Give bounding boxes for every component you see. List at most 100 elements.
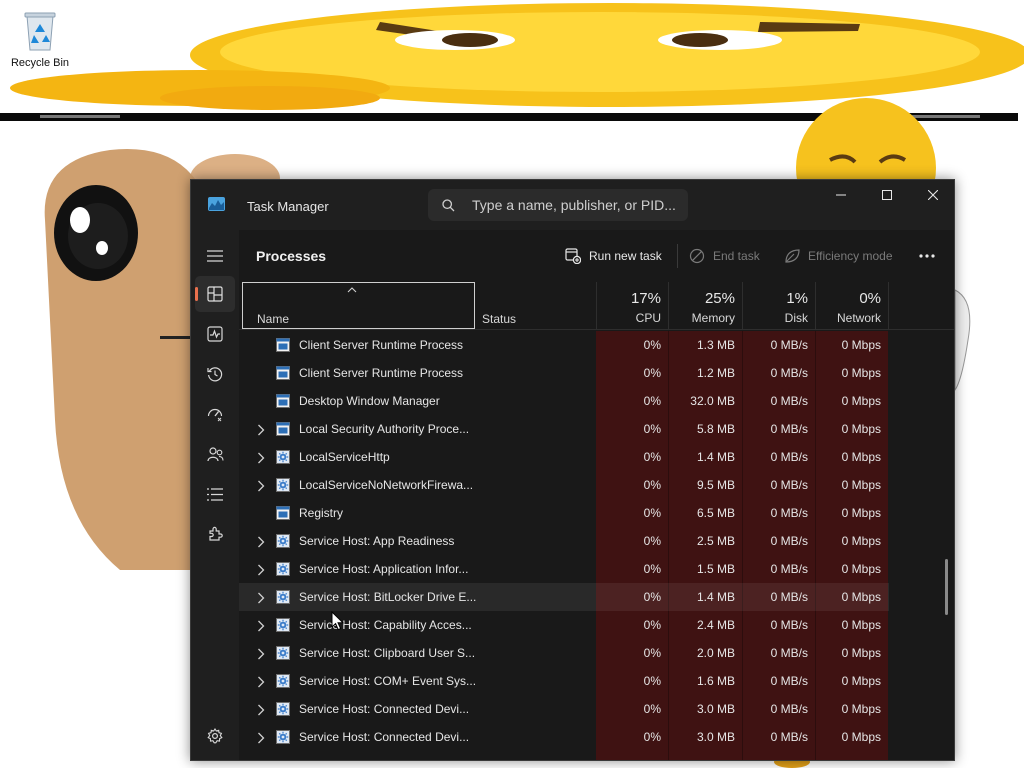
nav-item-users[interactable] [195, 436, 235, 472]
run-new-task-label: Run new task [589, 249, 662, 263]
process-network: 0 Mbps [841, 618, 881, 632]
process-row[interactable]: Service Host: BitLocker Drive E... 0% 1.4 … [239, 583, 889, 611]
end-task-icon [689, 248, 705, 264]
process-network: 0 Mbps [841, 674, 881, 688]
process-row[interactable]: Service Host: Application Infor... 0% 1.5 … [239, 555, 889, 583]
process-row[interactable]: Desktop Window Manager 0% 32.0 MB 0 MB/s 0 M… [239, 387, 889, 415]
process-disk: 0 MB/s [770, 618, 808, 632]
process-disk: 0 MB/s [770, 394, 808, 408]
nav-item-app-history[interactable] [195, 356, 235, 392]
process-network: 0 Mbps [841, 646, 881, 660]
nav-menu-button[interactable] [195, 238, 235, 274]
expand-chevron-icon[interactable] [257, 423, 265, 441]
process-disk: 0 MB/s [770, 674, 808, 688]
process-memory: 1.2 MB [696, 366, 735, 380]
process-disk: 0 MB/s [770, 590, 808, 604]
process-row[interactable]: Local Security Authority Proce... 0% 5.8 M… [239, 415, 889, 443]
process-network: 0 Mbps [841, 394, 881, 408]
process-row[interactable]: Service Host: COM+ Event Sys... 0% 1.6 MB 0… [239, 667, 889, 695]
process-name: Service Host: Connected Devi... [299, 730, 470, 744]
process-cpu: 0% [643, 506, 661, 520]
process-memory: 9.5 MB [696, 478, 735, 492]
close-button[interactable] [910, 180, 954, 210]
service-gear-icon [276, 646, 290, 665]
process-memory: 1.4 MB [696, 590, 735, 604]
nav-item-performance[interactable] [195, 316, 235, 352]
column-header-disk[interactable]: 1% Disk [742, 282, 815, 330]
run-new-task-button[interactable]: Run new task [565, 244, 662, 268]
process-row[interactable]: LocalServiceNoNetworkFirewa... 0% 9.5 MB 0 … [239, 471, 889, 499]
service-gear-icon [276, 534, 290, 553]
nav-item-startup-apps[interactable] [195, 396, 235, 432]
vertical-scrollbar[interactable] [945, 559, 948, 615]
command-bar: Processes Run new task End task Efficien… [239, 230, 954, 282]
expand-chevron-icon[interactable] [257, 647, 265, 665]
process-cpu: 0% [643, 534, 661, 548]
end-task-button[interactable]: End task [689, 244, 760, 268]
process-row[interactable]: Client Server Runtime Process 0% 1.2 MB 0 M… [239, 359, 889, 387]
expand-chevron-icon[interactable] [257, 479, 265, 497]
process-name: LocalServiceHttp [299, 450, 390, 464]
process-network: 0 Mbps [841, 702, 881, 716]
search-box[interactable] [428, 189, 688, 221]
process-cpu: 0% [643, 646, 661, 660]
search-input[interactable] [472, 189, 682, 221]
column-header-status[interactable]: Status [475, 282, 596, 330]
process-row[interactable]: Registry 0% 6.5 MB 0 MB/s 0 Mbps [239, 499, 889, 527]
expand-chevron-icon[interactable] [257, 591, 265, 609]
service-gear-icon [276, 674, 290, 693]
expand-chevron-icon[interactable] [257, 619, 265, 637]
more-options-button[interactable] [919, 244, 943, 268]
nav-item-services[interactable] [195, 516, 235, 552]
process-row[interactable]: LocalServiceHttp 0% 1.4 MB 0 MB/s 0 Mbps [239, 443, 889, 471]
column-label-disk: Disk [784, 311, 808, 325]
nav-item-settings[interactable] [195, 718, 235, 754]
expand-chevron-icon[interactable] [257, 451, 265, 469]
nav-item-processes[interactable] [195, 276, 235, 312]
users-icon [206, 447, 224, 462]
column-header-name[interactable]: Name [242, 282, 475, 329]
process-memory: 1.6 MB [696, 674, 735, 688]
table-header: Name Status 17% CPU 25% Memory 1% Disk 0… [239, 282, 954, 330]
process-cpu: 0% [643, 590, 661, 604]
expand-chevron-icon[interactable] [257, 675, 265, 693]
maximize-button[interactable] [864, 180, 910, 210]
process-memory: 1.3 MB [696, 338, 735, 352]
toolbar-divider [677, 244, 678, 268]
expand-chevron-icon[interactable] [257, 703, 265, 721]
process-memory: 6.5 MB [696, 506, 735, 520]
expand-chevron-icon[interactable] [257, 535, 265, 553]
process-name: Service Host: App Readiness [299, 534, 455, 548]
process-row[interactable]: Client Server Runtime Process 0% 1.3 MB 0 M… [239, 331, 889, 359]
process-name: Client Server Runtime Process [299, 338, 464, 352]
process-row[interactable]: Service Host: Connected Devi... 0% 3.0 MB 0… [239, 723, 889, 751]
maximize-icon [882, 190, 892, 200]
process-name: Client Server Runtime Process [299, 366, 464, 380]
hamburger-icon [207, 250, 223, 262]
column-header-network[interactable]: 0% Network [815, 282, 888, 330]
performance-icon [207, 326, 223, 342]
process-cpu: 0% [643, 338, 661, 352]
process-row[interactable]: Service Host: Clipboard User S... 0% 2.0 M… [239, 639, 889, 667]
process-row[interactable]: Service Host: Connected Devi... 0% 3.0 MB 0… [239, 695, 889, 723]
process-disk: 0 MB/s [770, 478, 808, 492]
process-cpu: 0% [643, 394, 661, 408]
title-bar[interactable]: Task Manager [191, 180, 954, 230]
minimize-button[interactable] [818, 180, 864, 210]
column-header-memory[interactable]: 25% Memory [668, 282, 742, 330]
search-icon [442, 199, 455, 212]
process-memory: 2.0 MB [696, 646, 735, 660]
column-header-cpu[interactable]: 17% CPU [596, 282, 668, 330]
process-disk: 0 MB/s [770, 366, 808, 380]
column-divider [888, 282, 889, 330]
process-memory: 1.5 MB [696, 562, 735, 576]
expand-chevron-icon[interactable] [257, 731, 265, 749]
process-disk: 0 MB/s [770, 338, 808, 352]
recycle-bin-shortcut[interactable]: Recycle Bin [6, 8, 74, 69]
nav-rail [191, 230, 239, 760]
process-row[interactable]: Service Host: App Readiness 0% 2.5 MB 0 MB/… [239, 527, 889, 555]
efficiency-mode-button[interactable]: Efficiency mode [784, 244, 893, 268]
nav-item-details[interactable] [195, 476, 235, 512]
expand-chevron-icon[interactable] [257, 563, 265, 581]
service-gear-icon [276, 450, 290, 469]
